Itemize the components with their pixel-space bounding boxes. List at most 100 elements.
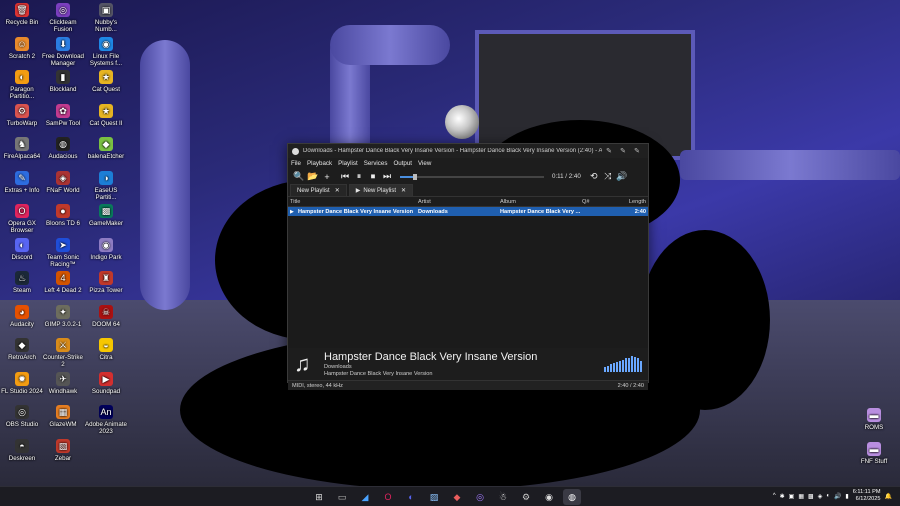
desktop-icon[interactable]: ◕ Audacity [1,304,43,328]
desktop-icon[interactable]: ✈ Windhawk [42,371,84,395]
desktop-icon[interactable]: ◆ RetroArch [1,338,43,361]
menu-view[interactable]: View [418,160,431,167]
column-artist[interactable]: Artist [418,199,500,205]
desktop-icon[interactable]: 4 Left 4 Dead 2 [42,271,84,294]
tray-chevron-icon[interactable]: ^ [773,493,776,499]
taskbar-discord-icon[interactable]: ◐ [402,489,420,505]
close-icon[interactable]: ✕ [335,187,340,194]
tab-new-playlist-1[interactable]: New Playlist ✕ [290,184,347,196]
desktop-icon[interactable]: ☠ DOOM 64 [85,304,127,328]
desktop-icon[interactable]: ◍ Audacious [42,137,84,160]
seek-slider[interactable] [413,173,544,180]
taskbar-app-b-icon[interactable]: ◆ [448,489,466,505]
previous-icon[interactable]: ⏮ [338,171,352,182]
desktop-icon[interactable]: ◐ Paragon Partitio... [1,70,43,100]
seek-handle[interactable] [413,173,417,180]
column-album[interactable]: Album [500,199,582,205]
table-row[interactable]: ▶ Hampster Dance Black Very Insane Versi… [288,207,648,216]
next-icon[interactable]: ⏭ [380,171,394,182]
desktop-icon[interactable]: ◆ balenaEtcher [85,137,127,160]
tray-icon[interactable]: ▮ [845,493,848,500]
desktop-icon[interactable]: ▶ Soundpad [85,371,127,395]
desktop-icon[interactable]: ◑ EaseUS Partiti... [85,170,127,201]
taskbar-start-icon[interactable]: ⊞ [310,489,328,505]
desktop-icon[interactable]: ➤ Team Sonic Racing™ [42,237,84,268]
taskbar-opera-gx-icon[interactable]: O [379,489,397,505]
menu-output[interactable]: Output [393,160,412,167]
close-icon[interactable]: ✕ [401,187,406,194]
menu-playlist[interactable]: Playlist [338,160,358,167]
desktop-icon[interactable]: O Opera GX Browser [1,204,43,234]
tray-icon[interactable]: ◐ [826,493,830,500]
desktop-icon[interactable]: ♞ FireAlpaca64 [1,137,43,160]
desktop-icon[interactable]: ★ Cat Quest II [85,103,127,127]
volume-icon[interactable]: 🔊 [615,171,629,182]
desktop-icon[interactable]: ▧ Zebar [42,438,84,462]
desktop-icon[interactable]: ▣ Nubby's Numb... [85,3,127,33]
desktop-icon[interactable]: 🗑 Recycle Bin [1,3,43,26]
desktop-icon[interactable]: ▮ Blockland [42,70,84,93]
desktop-icon[interactable]: ◉ Linux File Systems f... [85,36,127,67]
desktop-icon[interactable]: ✎ Extras + Info [1,170,43,194]
tray-icon[interactable]: ▩ [808,493,814,500]
menu-playback[interactable]: Playback [307,160,332,167]
menu-services[interactable]: Services [364,160,388,167]
tab-new-playlist-2[interactable]: ▶ New Playlist ✕ [348,184,414,196]
desktop-icon[interactable]: ◐ Discord [1,237,43,261]
open-folder-icon[interactable]: 📂 [306,171,320,182]
column-title[interactable]: Title [290,199,418,205]
title-bar[interactable]: Downloads - Hampster Dance Black Very In… [288,144,648,158]
taskbar-app-a-icon[interactable]: ◢ [356,489,374,505]
tray-icon[interactable]: ◈ [818,493,823,500]
minimize-button[interactable]: ✎ [602,147,616,155]
desktop-icon[interactable]: ⬇ Free Download Manager [42,36,84,67]
desktop-icon[interactable]: ◎ Clickteam Fusion [42,3,84,33]
desktop-icon[interactable]: An Adobe Animate 2023 [85,405,127,435]
desktop-icon[interactable]: ▦ GlazeWM [42,405,84,428]
desktop-icon[interactable]: ◓ Deskreen [1,438,43,462]
desktop-icon[interactable]: ♜ Pizza Tower [85,271,127,294]
tray-icon[interactable]: ✱ [780,493,785,500]
desktop-icon[interactable]: ★ Cat Quest [85,70,127,93]
desktop-icon[interactable]: ◉ Indigo Park [85,237,127,261]
column-length[interactable]: Length [622,199,646,205]
notification-bell-icon[interactable]: 🔔 [885,493,892,500]
desktop-icon[interactable]: ✦ GIMP 3.0.2-1 [42,304,84,328]
taskbar-photos-icon[interactable]: ▨ [425,489,443,505]
stop-icon[interactable]: ⏹ [366,171,380,182]
desktop-icon[interactable]: ▩ GameMaker [85,204,127,227]
taskbar-obs-icon[interactable]: ◉ [540,489,558,505]
desktop-icon[interactable]: ⚙ TurboWarp [1,103,43,127]
tray-icon[interactable]: 🔊 [834,493,841,500]
desktop-icon[interactable]: ▬ ROMS [853,408,895,431]
repeat-icon[interactable]: ⟲ [587,171,601,182]
desktop-icon[interactable]: ◈ FNaF World [42,170,84,194]
clock[interactable]: 6:11:11 PM 6/12/2025 [853,489,881,503]
desktop-icon[interactable]: ♨ Steam [1,271,43,294]
desktop-icon[interactable]: ● Bloons TD 6 [42,204,84,227]
column-queue[interactable]: Q# [582,199,622,205]
taskbar-app-c-icon[interactable]: ☃ [494,489,512,505]
menu-file[interactable]: File [291,160,301,167]
playlist-empty-area[interactable] [288,216,648,348]
desktop-icon[interactable]: ⚔ Counter-Strike 2 [42,338,84,368]
search-icon[interactable]: 🔍 [292,171,306,182]
desktop-icon[interactable]: ☺ Scratch 2 [1,36,43,60]
add-icon[interactable]: + [320,172,334,182]
taskbar-file-explorer-icon[interactable]: ▭ [333,489,351,505]
close-button[interactable]: ✎ [630,147,644,155]
desktop-icon[interactable]: ▬ FNF Stuff [853,442,895,465]
desktop-icon[interactable]: ✿ SamPw Tool [42,103,84,127]
desktop-icon[interactable]: ◎ OBS Studio [1,405,43,428]
tray-icon[interactable]: ▦ [798,493,804,500]
tray-icon[interactable]: ▣ [789,493,795,500]
taskbar-clickteam-icon[interactable]: ◎ [471,489,489,505]
maximize-button[interactable]: ✎ [616,147,630,155]
taskbar-audacious-icon[interactable]: ◍ [563,489,581,505]
desktop-icon[interactable]: ✹ FL Studio 2024 [1,371,43,395]
desktop-icon[interactable]: ◒ Citra [85,338,127,361]
audacious-window[interactable]: Downloads - Hampster Dance Black Very In… [287,143,649,390]
taskbar-settings-icon[interactable]: ⚙ [517,489,535,505]
shuffle-icon[interactable]: ⤨ [601,171,615,182]
pause-icon[interactable]: ⏸ [352,171,366,182]
